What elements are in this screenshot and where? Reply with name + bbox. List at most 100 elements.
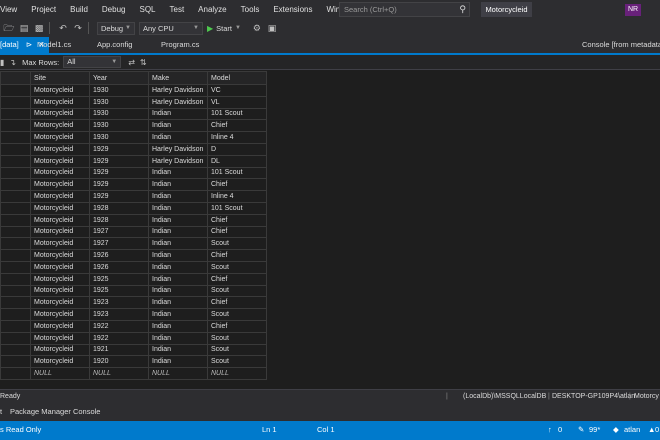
table-cell[interactable]: Motorcycleid bbox=[30, 343, 90, 357]
table-row[interactable]: Motorcycleid 1925 Indian Chief bbox=[0, 272, 267, 286]
menu-test[interactable]: Test bbox=[163, 0, 192, 19]
table-cell[interactable]: Motorcycleid bbox=[30, 119, 90, 133]
menu-debug[interactable]: Debug bbox=[95, 0, 133, 19]
table-cell[interactable]: Chief bbox=[207, 272, 267, 286]
table-cell[interactable]: Indian bbox=[148, 131, 208, 144]
table-cell[interactable]: Indian bbox=[148, 319, 208, 333]
row-header[interactable] bbox=[0, 355, 31, 369]
table-cell[interactable]: NULL bbox=[207, 367, 267, 380]
push-count[interactable]: 0 bbox=[558, 421, 562, 438]
row-header[interactable] bbox=[0, 131, 31, 144]
table-cell[interactable]: 1922 bbox=[89, 319, 149, 333]
table-cell[interactable]: 1929 bbox=[89, 166, 149, 180]
table-cell[interactable]: Motorcycleid bbox=[30, 213, 90, 227]
table-row[interactable]: Motorcycleid 1922 Indian Scout bbox=[0, 331, 267, 345]
column-header[interactable]: Year bbox=[89, 71, 149, 85]
table-cell[interactable]: Chief bbox=[207, 119, 267, 133]
table-cell[interactable]: Motorcycleid bbox=[30, 131, 90, 144]
search-input[interactable]: Search (Ctrl+Q) ⚲ bbox=[339, 2, 470, 17]
pencil-icon[interactable]: ✎ bbox=[578, 421, 584, 438]
undo-icon[interactable]: ↶ bbox=[57, 22, 69, 34]
table-cell[interactable]: 1928 bbox=[89, 201, 149, 215]
table-cell[interactable]: Chief bbox=[207, 213, 267, 227]
pin-icon[interactable]: ⊳ bbox=[26, 40, 32, 49]
server-name[interactable]: (LocalDb)\MSSQLLocalDB bbox=[463, 390, 546, 403]
table-cell[interactable]: 1923 bbox=[89, 308, 149, 321]
row-header[interactable] bbox=[0, 319, 31, 333]
table-cell[interactable]: Motorcycleid bbox=[30, 107, 90, 121]
column-header[interactable]: Site bbox=[30, 71, 90, 85]
table-cell[interactable]: Indian bbox=[148, 225, 208, 239]
table-cell[interactable]: 1930 bbox=[89, 95, 149, 109]
row-header[interactable] bbox=[0, 296, 31, 310]
row-header[interactable] bbox=[0, 237, 31, 251]
table-cell[interactable]: 1922 bbox=[89, 331, 149, 345]
row-header[interactable] bbox=[0, 84, 31, 97]
table-cell[interactable]: Motorcycleid bbox=[30, 260, 90, 274]
table-cell[interactable]: Motorcycleid bbox=[30, 331, 90, 345]
table-cell[interactable]: Motorcycleid bbox=[30, 296, 90, 310]
start-button[interactable]: ▶ Start ▼ bbox=[207, 24, 241, 33]
table-cell[interactable]: Motorcycleid bbox=[30, 319, 90, 333]
table-row[interactable]: Motorcycleid 1930 Harley Davidson VL bbox=[0, 95, 267, 109]
table-row[interactable]: Motorcycleid 1929 Harley Davidson D bbox=[0, 142, 267, 156]
table-cell[interactable]: 101 Scout bbox=[207, 107, 267, 121]
row-header[interactable] bbox=[0, 284, 31, 298]
row-header[interactable] bbox=[0, 201, 31, 215]
table-cell[interactable]: Motorcycleid bbox=[30, 84, 90, 97]
table-cell[interactable]: 1930 bbox=[89, 107, 149, 121]
row-header[interactable] bbox=[0, 367, 31, 380]
table-row[interactable]: Motorcycleid 1930 Indian Chief bbox=[0, 119, 267, 133]
table-cell[interactable]: NULL bbox=[89, 367, 149, 380]
table-row[interactable]: Motorcycleid 1928 Indian 101 Scout bbox=[0, 201, 267, 215]
table-cell[interactable]: Scout bbox=[207, 331, 267, 345]
table-cell[interactable]: Indian bbox=[148, 296, 208, 310]
table-row[interactable]: Motorcycleid 1929 Harley Davidson DL bbox=[0, 154, 267, 168]
menu-sql[interactable]: SQL bbox=[132, 0, 162, 19]
menu-extensions[interactable]: Extensions bbox=[266, 0, 319, 19]
row-header[interactable] bbox=[0, 178, 31, 192]
table-cell[interactable]: Harley Davidson bbox=[148, 142, 208, 156]
table-cell[interactable]: Indian bbox=[148, 284, 208, 298]
table-cell[interactable]: NULL bbox=[148, 367, 208, 380]
avatar[interactable]: NR bbox=[625, 4, 641, 16]
table-row[interactable]: Motorcycleid 1930 Indian 101 Scout bbox=[0, 107, 267, 121]
tab-output[interactable]: t bbox=[0, 403, 2, 421]
table-row[interactable]: Motorcycleid 1929 Indian 101 Scout bbox=[0, 166, 267, 180]
table-cell[interactable]: Motorcycleid bbox=[30, 178, 90, 192]
export-icon[interactable]: ⇄ bbox=[128, 58, 135, 67]
script-icon[interactable]: ⇅ bbox=[140, 58, 147, 67]
save-all-icon[interactable]: ▩ bbox=[33, 22, 45, 34]
table-cell[interactable]: Scout bbox=[207, 284, 267, 298]
table-row[interactable]: Motorcycleid 1926 Indian Chief bbox=[0, 249, 267, 262]
table-cell[interactable]: Scout bbox=[207, 308, 267, 321]
column-header[interactable]: Make bbox=[148, 71, 208, 85]
table-cell[interactable]: Scout bbox=[207, 355, 267, 369]
arrow-up-icon[interactable]: ↑ bbox=[548, 421, 552, 438]
table-cell[interactable]: 1927 bbox=[89, 225, 149, 239]
table-cell[interactable]: Indian bbox=[148, 107, 208, 121]
branch-name[interactable]: atlan bbox=[624, 421, 640, 438]
row-header[interactable] bbox=[0, 225, 31, 239]
table-cell[interactable]: Indian bbox=[148, 166, 208, 180]
table-cell[interactable]: VL bbox=[207, 95, 267, 109]
row-header[interactable] bbox=[0, 343, 31, 357]
table-cell[interactable]: 1925 bbox=[89, 272, 149, 286]
table-cell[interactable]: Indian bbox=[148, 260, 208, 274]
open-folder-icon[interactable]: 🗁 bbox=[3, 22, 15, 34]
tab-appconfig[interactable]: App.config bbox=[97, 37, 132, 53]
table-cell[interactable]: Indian bbox=[148, 249, 208, 262]
solution-name[interactable]: Motorcycleid bbox=[481, 2, 532, 17]
table-cell[interactable]: 1923 bbox=[89, 296, 149, 310]
table-cell[interactable]: Chief bbox=[207, 178, 267, 192]
table-cell[interactable]: Motorcycleid bbox=[30, 166, 90, 180]
table-cell[interactable]: 101 Scout bbox=[207, 201, 267, 215]
row-header[interactable] bbox=[0, 95, 31, 109]
config-dropdown[interactable]: Debug ▼ bbox=[97, 21, 135, 35]
tab-program[interactable]: Program.cs bbox=[161, 37, 199, 53]
changes-count[interactable]: 99* bbox=[589, 421, 600, 438]
max-rows-dropdown[interactable]: All ▼ bbox=[63, 56, 122, 68]
table-cell[interactable]: Motorcycleid bbox=[30, 225, 90, 239]
table-cell[interactable]: Indian bbox=[148, 119, 208, 133]
table-row[interactable]: Motorcycleid 1926 Indian Scout bbox=[0, 260, 267, 274]
